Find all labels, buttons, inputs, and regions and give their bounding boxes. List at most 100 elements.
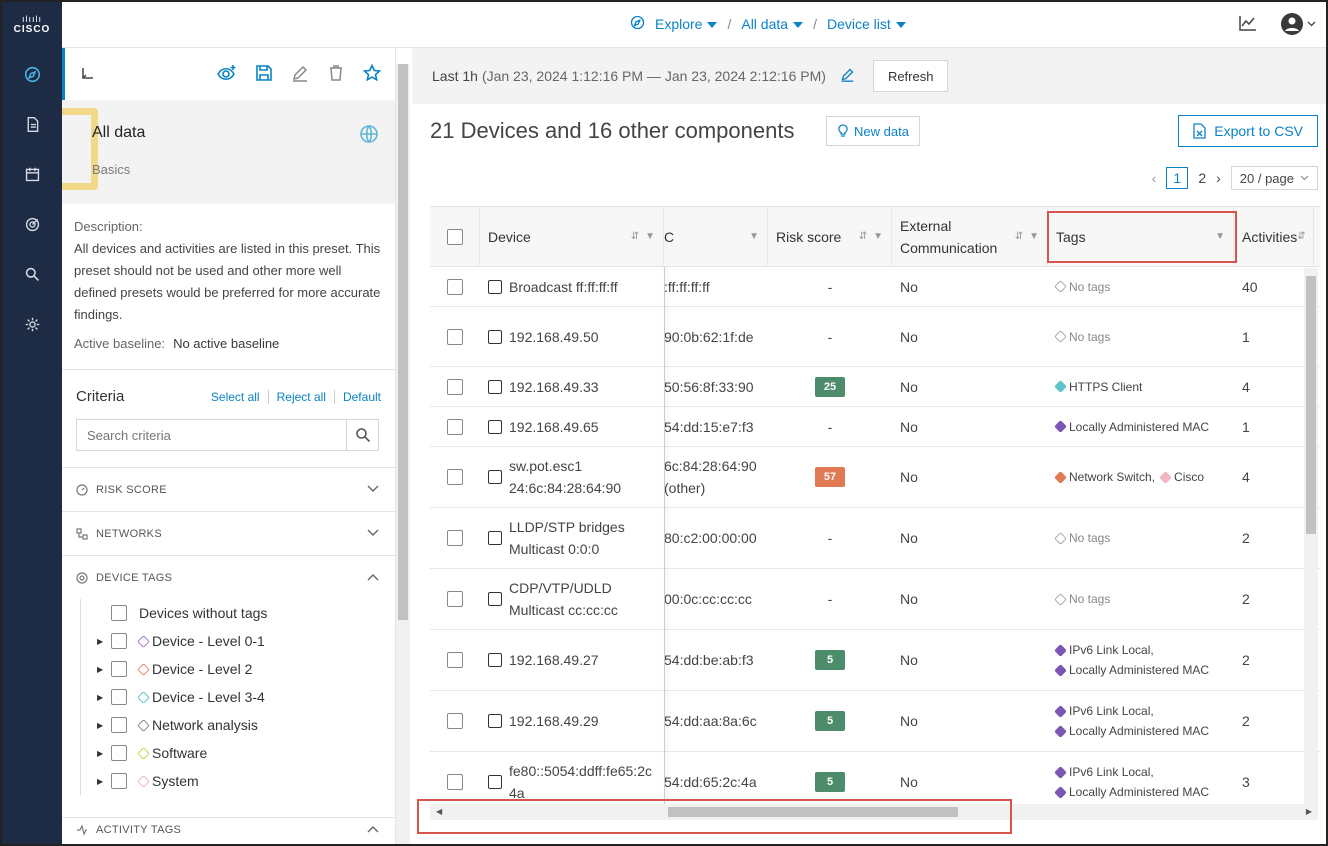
device-cell[interactable]: CDP/VTP/UDLD Multicast cc:cc:cc [480, 569, 664, 629]
table-row[interactable]: 192.168.49.27 54:dd:be:ab:f3 5 No IPv6 Link … [430, 630, 1320, 691]
default-link[interactable]: Default [333, 389, 381, 404]
row-checkbox[interactable] [447, 378, 463, 395]
device-cell[interactable]: LLDP/STP bridges Multicast 0:0:0 [480, 508, 664, 568]
section-activity-tags[interactable]: ACTIVITY TAGS [62, 817, 395, 841]
checkbox[interactable] [111, 661, 127, 677]
breadcrumb-all-data[interactable]: All data [741, 16, 804, 32]
breadcrumb-explore[interactable]: Explore [655, 16, 718, 32]
reject-all-link[interactable]: Reject all [267, 389, 326, 404]
device-name[interactable]: LLDP/STP bridges [509, 519, 625, 535]
device-cell[interactable]: sw.pot.esc1 24:6c:84:28:64:90 [480, 447, 664, 507]
tag-row-level-3-4[interactable]: ▶ Device - Level 3-4 [97, 683, 395, 711]
filter-icon[interactable]: ▼ [749, 231, 759, 242]
section-risk-score[interactable]: RISK SCORE [62, 467, 395, 511]
table-row[interactable]: sw.pot.esc1 24:6c:84:28:64:90 6c:84:28:64:… [430, 447, 1320, 508]
watch-icon[interactable] [217, 64, 237, 85]
expand-icon[interactable]: ▶ [97, 665, 111, 674]
explore-nav-icon[interactable] [2, 60, 62, 88]
select-all-checkbox[interactable] [446, 228, 463, 245]
checkbox[interactable] [111, 773, 127, 789]
column-device[interactable]: Device ⇵ ▼ [480, 207, 664, 266]
checkbox[interactable] [111, 605, 127, 621]
export-csv-button[interactable]: Export to CSV [1178, 115, 1318, 147]
user-menu[interactable] [1280, 12, 1316, 36]
device-name[interactable]: 192.168.49.50 [509, 329, 599, 345]
section-device-tags[interactable]: DEVICE TAGS [62, 555, 395, 599]
table-row[interactable]: 192.168.49.50 90:0b:62:1f:de - No No tags 1 [430, 307, 1320, 367]
tag-row-level-2[interactable]: ▶ Device - Level 2 [97, 655, 395, 683]
scrollbar-thumb[interactable] [668, 807, 958, 817]
page-1-button[interactable]: 1 [1166, 167, 1189, 189]
row-checkbox[interactable] [447, 591, 463, 607]
tag-row-network-analysis[interactable]: ▶ Network analysis [97, 711, 395, 739]
tag-row-devices-without-tags[interactable]: Devices without tags [97, 599, 395, 627]
row-checkbox[interactable] [447, 713, 463, 729]
scroll-right-icon[interactable]: ▶ [1306, 807, 1312, 816]
device-name[interactable]: 192.168.49.29 [509, 713, 599, 729]
device-cell[interactable]: 192.168.49.33 [480, 367, 664, 406]
calendar-nav-icon[interactable] [2, 160, 62, 188]
sidebar-scrollbar[interactable] [396, 64, 410, 844]
device-name[interactable]: 192.168.49.33 [509, 379, 599, 395]
row-checkbox[interactable] [447, 278, 463, 295]
row-checkbox[interactable] [447, 328, 463, 345]
expand-icon[interactable]: ▶ [97, 721, 111, 730]
expand-icon[interactable]: ▶ [97, 777, 111, 786]
checkbox[interactable] [111, 633, 127, 649]
device-name[interactable]: sw.pot.esc1 [509, 458, 582, 474]
section-networks[interactable]: NETWORKS [62, 511, 395, 555]
row-checkbox[interactable] [447, 469, 463, 485]
tag-row-system[interactable]: ▶ System [97, 767, 395, 795]
favorite-star-icon[interactable] [362, 63, 382, 85]
column-tags[interactable]: Tags ▼ [1048, 207, 1234, 266]
filter-icon[interactable]: ▼ [645, 231, 655, 242]
target-nav-icon[interactable] [2, 210, 62, 238]
settings-nav-icon[interactable] [2, 310, 62, 338]
search-nav-icon[interactable] [2, 260, 62, 288]
checkbox[interactable] [111, 689, 127, 705]
row-checkbox[interactable] [447, 774, 463, 790]
device-name[interactable]: 192.168.49.27 [509, 652, 599, 668]
checkbox[interactable] [111, 717, 127, 733]
search-icon[interactable] [346, 420, 378, 450]
prev-page-icon[interactable]: ‹ [1152, 170, 1157, 186]
chart-icon[interactable] [1238, 14, 1258, 35]
device-name[interactable]: 192.168.49.65 [509, 419, 599, 435]
device-cell[interactable]: Broadcast ff:ff:ff:ff [480, 267, 664, 306]
device-name[interactable]: Broadcast ff:ff:ff:ff [509, 279, 618, 295]
expand-icon[interactable]: ▶ [97, 637, 111, 646]
column-risk-score[interactable]: Risk score ⇵ ▼ [768, 207, 892, 266]
filter-icon[interactable]: ▼ [1029, 231, 1039, 242]
scroll-left-icon[interactable]: ◀ [436, 807, 442, 816]
delete-icon[interactable] [327, 64, 345, 85]
table-row[interactable]: 192.168.49.65 54:dd:15:e7:f3 - No Locally Ad… [430, 407, 1320, 447]
expand-icon[interactable]: ▶ [97, 749, 111, 758]
back-icon[interactable] [79, 65, 95, 84]
expand-icon[interactable]: ▶ [97, 693, 111, 702]
save-icon[interactable] [255, 64, 273, 85]
device-cell[interactable]: fe80::5054:ddff:fe65:2c 4a [480, 752, 664, 806]
select-all-link[interactable]: Select all [211, 390, 260, 404]
page-size-select[interactable]: 20 / page [1230, 166, 1318, 190]
device-cell[interactable]: 192.168.49.27 [480, 630, 664, 690]
sort-icon[interactable]: ⇵ [1015, 231, 1023, 242]
table-vertical-scrollbar[interactable] [1304, 268, 1318, 808]
device-cell[interactable]: 192.168.49.65 [480, 407, 664, 446]
row-checkbox[interactable] [447, 418, 463, 435]
page-2-button[interactable]: 2 [1198, 170, 1206, 186]
new-data-button[interactable]: New data [826, 116, 920, 146]
sort-icon[interactable]: ⇵ [859, 231, 867, 242]
reports-nav-icon[interactable] [2, 110, 62, 138]
tag-row-software[interactable]: ▶ Software [97, 739, 395, 767]
checkbox[interactable] [111, 745, 127, 761]
device-name[interactable]: CDP/VTP/UDLD [509, 580, 612, 596]
row-checkbox[interactable] [447, 652, 463, 668]
table-horizontal-scrollbar[interactable]: ◀ ▶ [430, 804, 1318, 820]
edit-time-icon[interactable] [840, 67, 855, 85]
table-row[interactable]: LLDP/STP bridges Multicast 0:0:0 80:c2:00:… [430, 508, 1320, 569]
tag-row-level-0-1[interactable]: ▶ Device - Level 0-1 [97, 627, 395, 655]
row-checkbox[interactable] [447, 530, 463, 546]
breadcrumb-device-list[interactable]: Device list [827, 16, 906, 32]
column-activities[interactable]: Activities ⇵ [1234, 207, 1314, 266]
device-name[interactable]: fe80::5054:ddff:fe65:2c [509, 763, 652, 779]
